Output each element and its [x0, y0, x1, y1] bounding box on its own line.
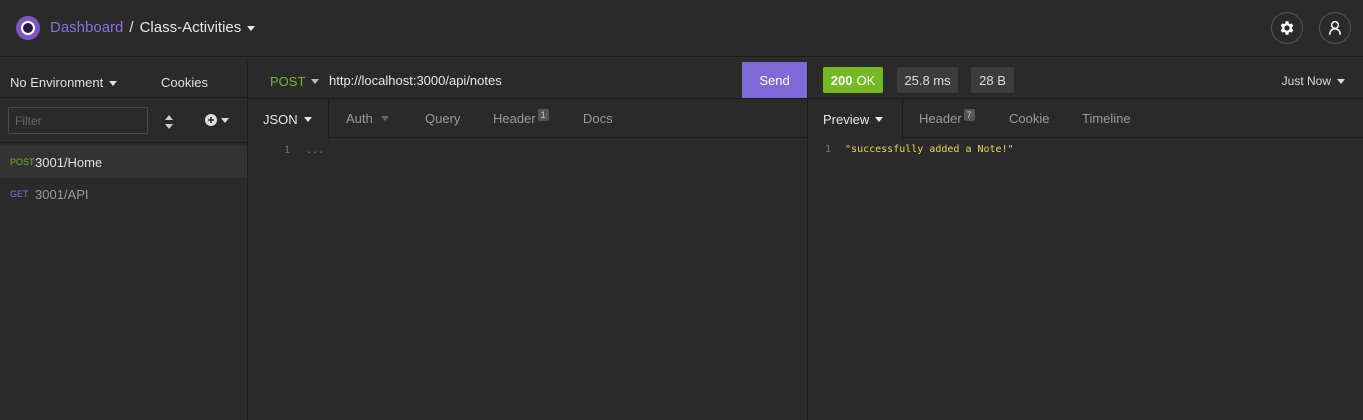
- tab-label: JSON: [263, 111, 298, 127]
- environment-dropdown[interactable]: No Environment: [10, 75, 118, 90]
- project-label: Class-Activities: [139, 19, 242, 36]
- header-count-badge: 7: [963, 108, 975, 121]
- status-text: OK: [856, 72, 876, 88]
- chevron-down-icon: [109, 81, 118, 87]
- header-count-badge: 1: [537, 108, 549, 121]
- chevron-down-icon: [380, 116, 389, 121]
- url-bar: POST http://localhost:3000/api/notes Sen…: [248, 62, 807, 99]
- user-icon: [1329, 20, 1341, 35]
- tab-header[interactable]: Header 1: [493, 99, 549, 138]
- chevron-down-icon: [875, 116, 884, 122]
- tab-label: Header: [493, 111, 536, 126]
- response-string: "successfully added a Note!": [845, 144, 1014, 155]
- environment-label: No Environment: [10, 75, 104, 90]
- app-logo-icon[interactable]: [16, 16, 40, 40]
- sidebar: No Environment Cookies POST 3001/Home GE…: [0, 62, 248, 420]
- response-pane: 200 OK 25.8 ms 28 B Just Now Preview Head…: [808, 62, 1363, 420]
- add-request-button[interactable]: [205, 114, 229, 126]
- request-method: GET: [10, 189, 29, 199]
- breadcrumb-separator: /: [129, 19, 134, 36]
- tab-docs[interactable]: Docs: [583, 99, 613, 138]
- request-name: 3001/Home: [35, 154, 103, 170]
- sort-icon[interactable]: [164, 115, 174, 129]
- response-size-badge: 28 B: [971, 67, 1014, 93]
- line-number: 1: [284, 145, 291, 156]
- history-dropdown[interactable]: Just Now: [1282, 74, 1345, 88]
- tab-query[interactable]: Query: [425, 99, 460, 138]
- response-time-badge: 25.8 ms: [897, 67, 958, 93]
- environment-row: No Environment Cookies: [0, 62, 248, 98]
- status-code: 200: [830, 72, 853, 88]
- filter-row: [0, 99, 248, 143]
- request-item[interactable]: GET 3001/API: [0, 178, 247, 210]
- timestamp-label: Just Now: [1281, 74, 1331, 88]
- plus-circle-icon: [205, 114, 217, 126]
- status-badge: 200 OK: [823, 67, 883, 93]
- tab-label: Auth: [346, 111, 373, 126]
- request-method: POST: [10, 157, 35, 167]
- response-body: 1 "successfully added a Note!": [825, 144, 1014, 155]
- send-button[interactable]: Send: [742, 62, 807, 98]
- breadcrumb: Dashboard / Class-Activities: [50, 19, 256, 36]
- editor-content: ...: [306, 145, 325, 156]
- breadcrumb-project[interactable]: Class-Activities: [140, 19, 256, 36]
- chevron-down-icon: [311, 79, 320, 84]
- request-item[interactable]: POST 3001/Home: [0, 146, 247, 178]
- breadcrumb-dashboard[interactable]: Dashboard: [50, 19, 123, 36]
- tab-preview[interactable]: Preview: [808, 99, 903, 139]
- tab-auth[interactable]: Auth: [346, 99, 389, 138]
- chevron-down-icon: [247, 25, 256, 31]
- chevron-down-icon: [303, 116, 312, 122]
- top-bar: Dashboard / Class-Activities: [0, 0, 1363, 57]
- cookies-button[interactable]: Cookies: [161, 75, 208, 90]
- line-number: 1: [825, 144, 832, 155]
- tab-response-header[interactable]: Header 7: [919, 99, 975, 138]
- method-dropdown[interactable]: POST: [270, 74, 320, 89]
- chevron-down-icon: [1337, 78, 1345, 84]
- request-pane: POST http://localhost:3000/api/notes Sen…: [248, 62, 808, 420]
- settings-button[interactable]: [1271, 12, 1303, 44]
- request-name: 3001/API: [35, 186, 89, 202]
- gear-icon: [1280, 21, 1294, 35]
- tab-label: Header: [919, 111, 962, 126]
- account-button[interactable]: [1319, 12, 1351, 44]
- tab-timeline[interactable]: Timeline: [1082, 99, 1131, 138]
- filter-input[interactable]: [8, 107, 148, 134]
- response-status-bar: 200 OK 25.8 ms 28 B Just Now: [808, 62, 1363, 99]
- tab-cookie[interactable]: Cookie: [1009, 99, 1049, 138]
- url-input[interactable]: http://localhost:3000/api/notes: [329, 73, 502, 88]
- tab-json[interactable]: JSON: [248, 99, 329, 139]
- tab-label: Preview: [823, 111, 870, 127]
- response-tabs: Preview Header 7 Cookie Timeline: [808, 99, 1363, 139]
- method-label: POST: [270, 74, 306, 89]
- request-tabs: JSON Auth Query Header 1 Docs: [248, 99, 807, 139]
- chevron-down-icon: [221, 117, 229, 123]
